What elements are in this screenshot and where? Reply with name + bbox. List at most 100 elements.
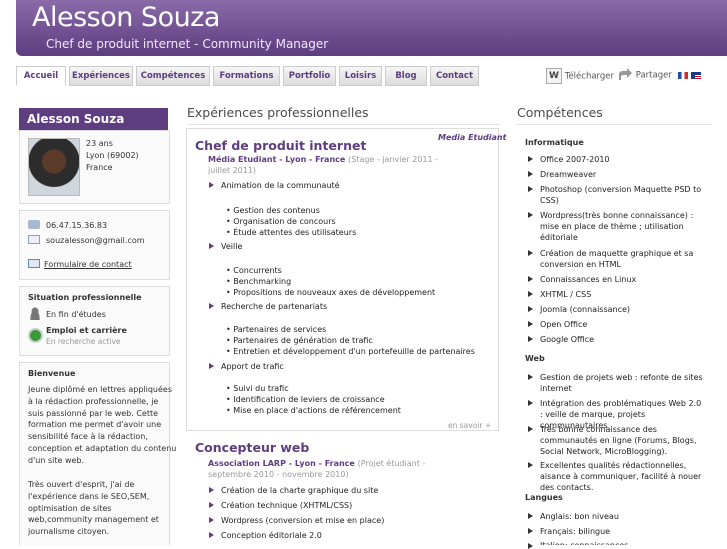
media-etudiant-logo: Media Etudiant xyxy=(438,133,507,142)
share-icon xyxy=(617,68,633,82)
skill-item: Anglais: bon niveau xyxy=(540,512,619,521)
job1-org: Média Etudiant - Lyon - France (Stage - … xyxy=(208,155,439,175)
avatar xyxy=(28,138,80,196)
bullet-arrow-icon xyxy=(209,182,214,188)
nav-portfolio[interactable]: Portfolio xyxy=(283,66,336,86)
skills-heading: Compétences xyxy=(517,105,603,120)
job2-item: Création technique (XHTML/CSS) xyxy=(221,501,353,510)
bullet-arrow-icon xyxy=(528,291,533,297)
nav-contact[interactable]: Contact xyxy=(430,66,479,86)
skill-item: Excellentes qualités rédactionnelles, ai… xyxy=(540,461,702,492)
experiences-heading: Expériences professionnelles xyxy=(187,105,369,120)
skill-item: Très bonne connaissance des communautés … xyxy=(540,425,697,456)
english-flag-icon[interactable] xyxy=(691,72,701,79)
bullet-arrow-icon xyxy=(528,528,533,534)
job2-item: Création de la charte graphique du site xyxy=(221,486,379,495)
job1-subitems: • Gestion des contenus • Organisation de … xyxy=(226,206,357,237)
nav-competences[interactable]: Compétences xyxy=(136,66,210,86)
divider xyxy=(517,124,712,125)
nav-experiences[interactable]: Expériences xyxy=(69,66,133,86)
skill-item: Français: bilingue xyxy=(540,527,611,536)
profile-city: Lyon (69002) xyxy=(86,151,139,160)
bullet-arrow-icon xyxy=(528,513,533,519)
student-icon xyxy=(29,307,41,320)
profile-phone: 06.47.15.36.83 xyxy=(46,221,108,230)
skills-informatique-title: Informatique xyxy=(525,138,584,147)
form-icon xyxy=(28,259,40,268)
french-flag-icon[interactable] xyxy=(678,72,688,79)
job2-title: Concepteur web xyxy=(195,440,310,455)
profile-country: France xyxy=(86,163,113,172)
job-title: Emploi et carrière xyxy=(46,326,127,335)
bullet-arrow-icon xyxy=(528,462,533,468)
share-tool[interactable]: Partager xyxy=(617,68,672,82)
bullet-arrow-icon xyxy=(209,517,214,523)
download-tool[interactable]: W Télécharger xyxy=(546,68,614,84)
skill-item: Joomla (connaissance) xyxy=(540,305,631,314)
site-tagline: Chef de produit internet - Community Man… xyxy=(46,37,329,51)
read-more-link[interactable]: en savoir + xyxy=(448,421,491,430)
bullet-arrow-icon xyxy=(528,276,533,282)
bio-title: Bienvenue xyxy=(28,369,76,378)
profile-name: Alesson Souza xyxy=(19,108,168,130)
nav-blog[interactable]: Blog xyxy=(385,66,427,86)
bullet-arrow-icon xyxy=(209,502,214,508)
job1-item: Recherche de partenariats xyxy=(221,302,328,311)
skill-item: Open Office xyxy=(540,320,588,329)
word-document-icon: W xyxy=(546,68,562,84)
bullet-arrow-icon xyxy=(209,487,214,493)
email-icon xyxy=(28,235,40,244)
job2-org: Association LARP - Lyon - France (Projet… xyxy=(208,459,426,479)
bullet-arrow-icon xyxy=(528,336,533,342)
situation-title: Situation professionnelle xyxy=(28,293,142,302)
bullet-arrow-icon xyxy=(209,243,214,249)
job1-item: Animation de la communauté xyxy=(221,181,340,190)
job2-item: Conception éditoriale 2.0 xyxy=(221,531,322,540)
profile-email[interactable]: souzalesson@gmail.com xyxy=(46,236,145,245)
bullet-arrow-icon xyxy=(528,212,533,218)
bullet-arrow-icon xyxy=(209,303,214,309)
skill-item: Création de maquette graphique et sa con… xyxy=(540,249,694,269)
job1-subitems: • Partenaires de services • Partenaires d… xyxy=(226,325,475,356)
job1-item: Veille xyxy=(221,242,243,251)
skill-item: Connaissances en Linux xyxy=(540,275,637,284)
bullet-arrow-icon xyxy=(528,171,533,177)
bullet-arrow-icon xyxy=(528,250,533,256)
job1-title: Chef de produit internet xyxy=(195,138,367,153)
site-title: Alesson Souza xyxy=(32,2,220,33)
site-header: Alesson Souza Chef de produit internet -… xyxy=(16,0,727,56)
skill-item: Google Office xyxy=(540,335,595,344)
contact-form-link[interactable]: Formulaire de contact xyxy=(44,260,132,269)
job1-subitems: • Concurrents • Benchmarking • Proposition… xyxy=(226,266,436,297)
nav-formations[interactable]: Formations xyxy=(213,66,280,86)
skill-item: Wordpress(très bonne connaissance) : mis… xyxy=(540,211,694,242)
bullet-arrow-icon xyxy=(528,426,533,432)
bullet-arrow-icon xyxy=(528,374,533,380)
job2-item: Wordpress (conversion et mise en place) xyxy=(221,516,385,525)
job-status: En recherche active xyxy=(46,337,121,346)
job1-item: Apport de trafic xyxy=(221,362,284,371)
bullet-arrow-icon xyxy=(528,400,533,406)
skills-web-title: Web xyxy=(525,354,545,363)
bullet-arrow-icon xyxy=(528,321,533,327)
download-label: Télécharger xyxy=(564,71,615,82)
bio-paragraph-2: Très ouvert d'esprit, j'ai de l'expérienc… xyxy=(28,480,159,537)
skill-item: Photoshop (conversion Maquette PSD to CS… xyxy=(540,185,702,205)
bullet-arrow-icon xyxy=(528,543,533,549)
nav-loisirs[interactable]: Loisirs xyxy=(339,66,382,86)
nav-accueil[interactable]: Accueil xyxy=(16,66,66,86)
profile-age: 23 ans xyxy=(86,139,113,148)
skill-item: Italien: connaissances xyxy=(540,540,705,545)
share-label: Partager xyxy=(635,70,672,81)
situation-status: En fin d'études xyxy=(46,310,106,319)
skill-item: Dreamweaver xyxy=(540,170,597,179)
bullet-arrow-icon xyxy=(209,532,214,538)
bullet-arrow-icon xyxy=(528,186,533,192)
phone-icon xyxy=(28,220,40,229)
bio-paragraph-1: Jeune diplômé en lettres appliquées à la … xyxy=(28,385,177,465)
bullet-arrow-icon xyxy=(209,363,214,369)
skills-langues-title: Langues xyxy=(525,493,563,502)
job1-subitems: • Suivi du trafic • Identification de lev… xyxy=(226,384,401,415)
job-status-icon xyxy=(28,328,43,343)
skill-item: XHTML / CSS xyxy=(540,290,592,299)
